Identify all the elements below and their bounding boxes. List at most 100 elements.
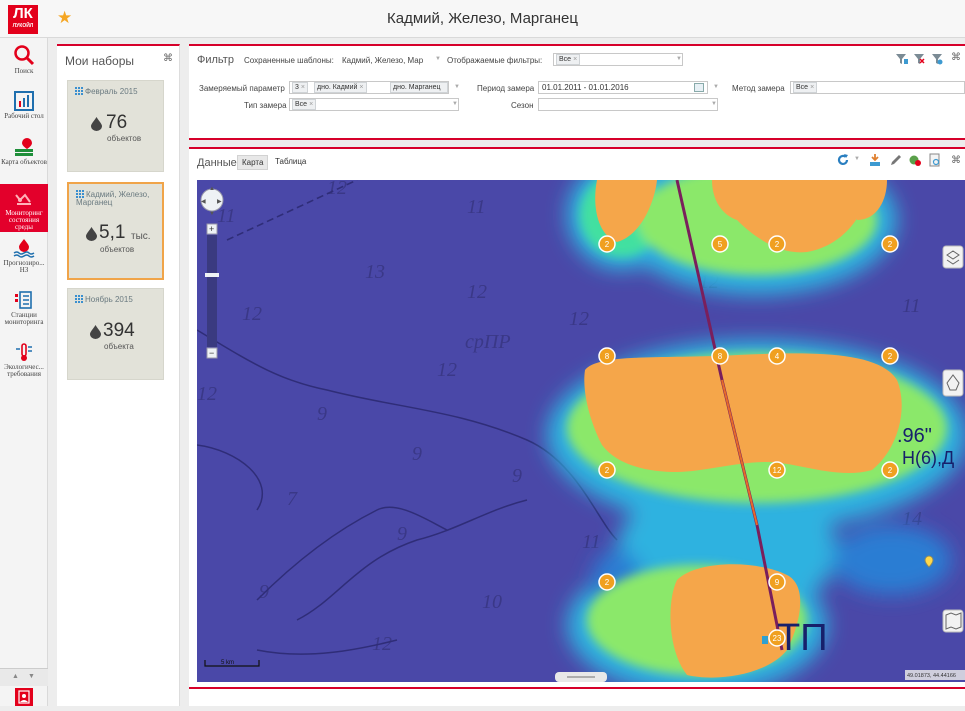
set-card-unit: объекта — [104, 342, 134, 351]
user-avatar[interactable] — [15, 688, 33, 706]
chevron-down-icon[interactable]: ▼ — [452, 101, 458, 107]
period-label: Период замера — [477, 84, 535, 93]
depth-label: 12 — [437, 359, 457, 381]
zoom-slider-track[interactable] — [207, 235, 217, 347]
nav-up-icon[interactable]: ▲ — [12, 673, 19, 680]
measured-param-chip[interactable]: 3 × — [292, 82, 308, 93]
cluster-marker[interactable]: 2 — [768, 235, 786, 253]
document-icon[interactable] — [929, 153, 941, 167]
map-text-96: .96" — [897, 425, 932, 447]
sets-title: Мои наборы — [65, 54, 134, 68]
cluster-count: 2 — [888, 466, 893, 475]
cluster-marker[interactable]: 4 — [768, 347, 786, 365]
chevron-down-icon[interactable]: ▼ — [676, 56, 682, 62]
cluster-count: 9 — [775, 578, 780, 587]
nav-item-monitoring[interactable]: Мониторинг состояния среды — [0, 184, 48, 232]
depth-label: 11 — [902, 295, 921, 317]
cluster-marker[interactable]: 2 — [598, 573, 616, 591]
depth-label: 12 — [467, 281, 487, 303]
pin-icon[interactable]: ⌘ — [163, 53, 173, 64]
tab-table[interactable]: Таблица — [275, 157, 306, 166]
nav-item-forecast[interactable]: Прогнозиро... НЗ — [0, 238, 48, 280]
period-field[interactable]: 01.01.2011 - 01.01.2016 — [538, 81, 708, 94]
pin-icon[interactable]: ⌘ — [951, 52, 961, 63]
cluster-marker[interactable]: 2 — [881, 347, 899, 365]
cluster-marker[interactable]: 2 — [598, 235, 616, 253]
polygon-tool-button[interactable] — [942, 369, 964, 397]
measured-param-field[interactable]: 3 × дно. Кадмий × дно. Марганец — [289, 81, 449, 94]
nav-item-map-objects[interactable]: Карта объектов — [0, 137, 48, 175]
left-nav: Поиск Рабочий стол Карта объектов Монито… — [0, 38, 48, 706]
zoom-slider-handle[interactable] — [205, 273, 219, 277]
depth-label: 11 — [467, 196, 486, 218]
cluster-marker[interactable]: 5 — [711, 235, 729, 253]
displayed-filters-chip[interactable]: Все × — [556, 54, 581, 65]
heatmap-canvas[interactable]: 12 11 11 13 12 12 12 срПР 12 12 9 9 9 7 9 11 9 10… — [197, 180, 965, 682]
layers-button[interactable] — [942, 245, 964, 269]
cluster-marker[interactable]: 8 — [711, 347, 729, 365]
filter-clear-icon[interactable] — [913, 53, 925, 65]
grid-icon — [75, 87, 83, 95]
svg-text:▶: ▶ — [217, 199, 222, 205]
depth-label: 12 — [197, 383, 217, 405]
chevron-down-icon[interactable]: ▼ — [454, 84, 460, 90]
cluster-count: 23 — [773, 634, 782, 643]
displayed-filters-field[interactable]: Все × ▼ — [553, 53, 683, 66]
scale-label: 5 km — [221, 660, 234, 666]
layers-settings-icon[interactable] — [908, 153, 922, 167]
nav-label-forecast: Прогнозиро... НЗ — [3, 259, 45, 274]
set-card-february[interactable]: Февраль 2015 76 объектов — [67, 80, 164, 172]
chevron-down-icon[interactable]: ▼ — [435, 56, 441, 62]
cluster-count: 8 — [718, 352, 723, 361]
cluster-marker[interactable]: 2 — [881, 235, 899, 253]
chevron-down-icon[interactable]: ▼ — [854, 156, 860, 162]
pencil-icon[interactable] — [889, 153, 903, 167]
tp-marker — [762, 636, 768, 644]
cluster-count: 2 — [888, 240, 893, 249]
nav-item-ecology[interactable]: Экологичес... требования — [0, 342, 48, 386]
nav-item-stations[interactable]: Станции мониторинга — [0, 290, 48, 332]
cluster-marker[interactable]: 2 — [598, 461, 616, 479]
grid-icon — [76, 190, 84, 198]
bottom-bar — [189, 687, 965, 706]
set-card-cadmium[interactable]: Кадмий, Железо, Марганец 5,1 тыс. объект… — [67, 182, 164, 280]
cluster-count: 4 — [775, 352, 780, 361]
measured-param-chip[interactable]: дно. Марганец — [390, 82, 448, 93]
type-field[interactable]: Все × ▼ — [289, 98, 459, 111]
method-chip[interactable]: Все × — [793, 82, 818, 93]
refresh-icon[interactable] — [836, 153, 850, 167]
cluster-marker[interactable]: 8 — [598, 347, 616, 365]
period-value: 01.01.2011 - 01.01.2016 — [542, 83, 629, 92]
export-icon[interactable] — [869, 153, 881, 167]
calendar-icon[interactable] — [694, 83, 704, 92]
nav-item-dashboard[interactable]: Рабочий стол — [0, 91, 48, 127]
chevron-down-icon[interactable]: ▼ — [713, 84, 719, 90]
set-card-count: 394 — [103, 320, 135, 341]
season-field[interactable]: ▼ — [538, 98, 718, 111]
cluster-count: 5 — [718, 240, 723, 249]
cluster-marker[interactable]: 9 — [768, 573, 786, 591]
cluster-marker[interactable]: 23 — [768, 629, 786, 647]
map-view[interactable]: 12 11 11 13 12 12 12 срПР 12 12 9 9 9 7 9 11 9 10… — [197, 180, 965, 682]
user-icon — [18, 690, 30, 704]
cluster-marker[interactable]: 12 — [768, 461, 786, 479]
map-type-button[interactable] — [942, 609, 964, 633]
svg-text:▼: ▼ — [209, 211, 215, 217]
cluster-count: 8 — [605, 352, 610, 361]
chevron-down-icon[interactable]: ▼ — [711, 101, 717, 107]
method-field[interactable]: Все × — [790, 81, 965, 94]
cluster-count: 2 — [605, 466, 610, 475]
cluster-marker[interactable]: 2 — [881, 461, 899, 479]
saved-templates-select[interactable]: Кадмий, Железо, Мар — [342, 56, 423, 65]
nav-item-search[interactable]: Поиск — [0, 44, 48, 80]
measured-param-chip[interactable]: дно. Кадмий × — [314, 82, 367, 93]
tab-map[interactable]: Карта — [237, 155, 269, 170]
pin-icon[interactable]: ⌘ — [951, 155, 961, 166]
set-card-november[interactable]: Ноябрь 2015 394 объекта — [67, 288, 164, 380]
filter-save-icon[interactable] — [931, 53, 943, 65]
type-chip[interactable]: Все × — [292, 99, 317, 110]
depth-label: 7 — [287, 488, 298, 510]
filter-apply-icon[interactable] — [895, 53, 909, 65]
measured-param-label: Замеряемый параметр — [199, 84, 285, 93]
nav-down-icon[interactable]: ▼ — [28, 673, 35, 680]
